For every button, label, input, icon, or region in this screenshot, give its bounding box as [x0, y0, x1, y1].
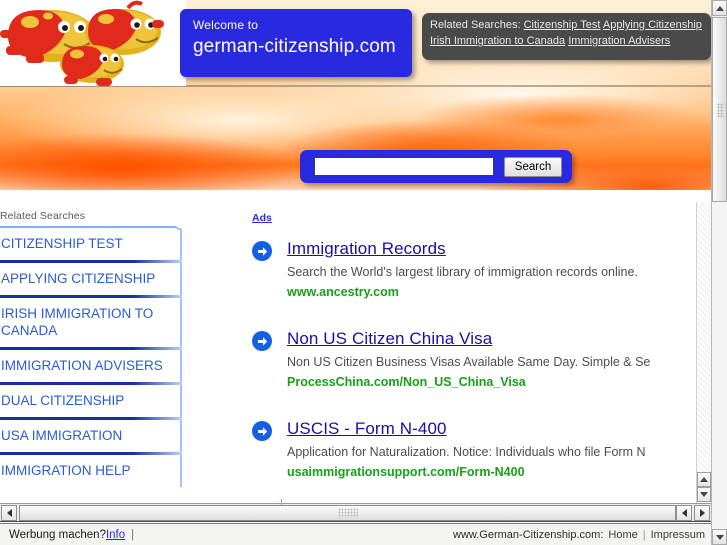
ad-display-url[interactable]: usaimmigrationsupport.com/Form-N400 — [287, 463, 707, 481]
status-right-group: www.German-Citizenship.com: Home | Impre… — [453, 529, 705, 541]
main-content: Related Searches CITIZENSHIP TEST APPLYI… — [0, 202, 711, 503]
arrow-right-icon — [252, 331, 272, 351]
page-content: Welcome to german-citizenship.com Relate… — [0, 0, 711, 545]
welcome-panel: Welcome to german-citizenship.com — [180, 9, 412, 77]
ad-description: Search the World's largest library of im… — [287, 265, 638, 279]
ad-description: Application for Naturalization. Notice: … — [287, 445, 646, 459]
sidebar-item-label: APPLYING CITIZENSHIP — [1, 271, 156, 286]
sidebar: Related Searches CITIZENSHIP TEST APPLYI… — [0, 210, 182, 487]
browser-viewport: Welcome to german-citizenship.com Relate… — [0, 0, 727, 545]
horizontal-scrollbar[interactable] — [0, 499, 711, 522]
page-scroll-thumb[interactable] — [712, 17, 727, 202]
sidebar-rule — [0, 382, 182, 385]
sidebar-item-label: USA IMMIGRATION — [1, 428, 123, 443]
ad-title-link[interactable]: Non US Citizen China Visa — [287, 328, 492, 350]
sidebar-item-label: DUAL CITIZENSHIP — [1, 393, 125, 408]
ladybug-toys-icon — [0, 0, 164, 86]
sidebar-rule — [0, 295, 182, 298]
sidebar-item-citizenship-test[interactable]: CITIZENSHIP TEST — [0, 226, 182, 260]
ad-title-link[interactable]: USCIS - Form N-400 — [287, 418, 447, 440]
arrow-right-icon — [252, 241, 272, 261]
search-button[interactable]: Search — [504, 156, 562, 177]
related-searches-label: Related Searches: — [430, 19, 521, 31]
hscroll-right-button-b[interactable] — [694, 505, 710, 521]
related-link-immigration-advisers[interactable]: Immigration Advisers — [568, 35, 670, 47]
inner-scroll-down-button[interactable] — [697, 487, 711, 502]
related-link-irish-immigration-to-canada[interactable]: Irish Immigration to Canada — [430, 35, 565, 47]
status-bar: Werbung machen? Info | www.German-Citize… — [0, 523, 711, 545]
sidebar-item-label: IMMIGRATION HELP — [1, 463, 131, 478]
sidebar-item-immigration-help[interactable]: IMMIGRATION HELP — [0, 452, 182, 487]
site-logo[interactable] — [0, 0, 186, 86]
inner-scroll-up-button[interactable] — [697, 472, 711, 487]
sidebar-item-label: IRISH IMMIGRATION TO CANADA — [1, 306, 154, 338]
welcome-subtitle: Welcome to — [193, 18, 259, 32]
ad-description: Non US Citizen Business Visas Available … — [287, 355, 651, 369]
page-scroll-track[interactable] — [712, 202, 727, 529]
sidebar-item-label: IMMIGRATION ADVISERS — [1, 358, 163, 373]
ad-item: Non US Citizen China Visa Non US Citizen… — [252, 328, 707, 391]
sidebar-title: Related Searches — [0, 210, 86, 222]
sidebar-item-applying-citizenship[interactable]: APPLYING CITIZENSHIP — [0, 260, 182, 295]
home-link[interactable]: Home — [608, 529, 637, 541]
sidebar-item-irish-immigration-to-canada[interactable]: IRISH IMMIGRATION TO CANADA — [0, 295, 182, 347]
hero-banner: Welcome to german-citizenship.com Relate… — [0, 0, 711, 202]
site-domain-label: www.German-Citizenship.com: — [453, 528, 604, 541]
advertise-text: Werbung machen? — [9, 528, 106, 541]
sidebar-rule — [0, 260, 182, 263]
sidebar-item-dual-citizenship[interactable]: DUAL CITIZENSHIP — [0, 382, 182, 417]
search-input[interactable] — [314, 157, 494, 176]
related-link-citizenship-test[interactable]: Citizenship Test — [524, 19, 601, 31]
sidebar-rule — [0, 347, 182, 350]
hscroll-right-button-a[interactable] — [676, 505, 692, 521]
hscroll-thumb[interactable] — [19, 505, 676, 521]
related-searches-bubble: Related Searches: Citizenship Test Apply… — [422, 13, 711, 60]
page-scroll-grip — [717, 102, 724, 117]
page-scroll-down-button[interactable] — [712, 529, 727, 545]
ad-item: USCIS - Form N-400 Application for Natur… — [252, 418, 707, 481]
arrow-right-icon — [252, 421, 272, 441]
info-link[interactable]: Info — [106, 529, 125, 541]
hscroll-grip — [337, 508, 358, 518]
ad-item: Immigration Records Search the World's l… — [252, 238, 707, 301]
sidebar-list: CITIZENSHIP TEST APPLYING CITIZENSHIP IR… — [0, 226, 182, 487]
status-separator: | — [131, 528, 135, 541]
impressum-link[interactable]: Impressum — [651, 529, 705, 541]
ads-column: Ads Immigration Records Search the World… — [252, 208, 707, 508]
browser-vertical-scrollbar[interactable] — [711, 0, 727, 545]
related-link-applying-citizenship[interactable]: Applying Citizenship — [603, 19, 702, 31]
sidebar-item-usa-immigration[interactable]: USA IMMIGRATION — [0, 417, 182, 452]
ad-title-link[interactable]: Immigration Records — [287, 238, 446, 260]
inner-vertical-scrollbar[interactable] — [696, 202, 711, 503]
hero-bottom-spacer — [0, 190, 711, 202]
site-title: german-citizenship.com — [193, 36, 396, 57]
hscroll-left-button[interactable] — [1, 505, 17, 521]
sidebar-rule — [0, 417, 182, 420]
status-left-group: Werbung machen? Info | — [9, 529, 138, 541]
page-scroll-up-button[interactable] — [712, 0, 727, 16]
ad-display-url[interactable]: ProcessChina.com/Non_US_China_Visa — [287, 373, 707, 391]
ads-label[interactable]: Ads — [252, 212, 272, 224]
status-pipe: | — [642, 528, 646, 541]
sidebar-rule — [0, 452, 182, 455]
search-panel: Search — [300, 150, 572, 183]
sidebar-item-label: CITIZENSHIP TEST — [1, 236, 123, 251]
ad-display-url[interactable]: www.ancestry.com — [287, 283, 707, 301]
sidebar-item-immigration-advisers[interactable]: IMMIGRATION ADVISERS — [0, 347, 182, 382]
